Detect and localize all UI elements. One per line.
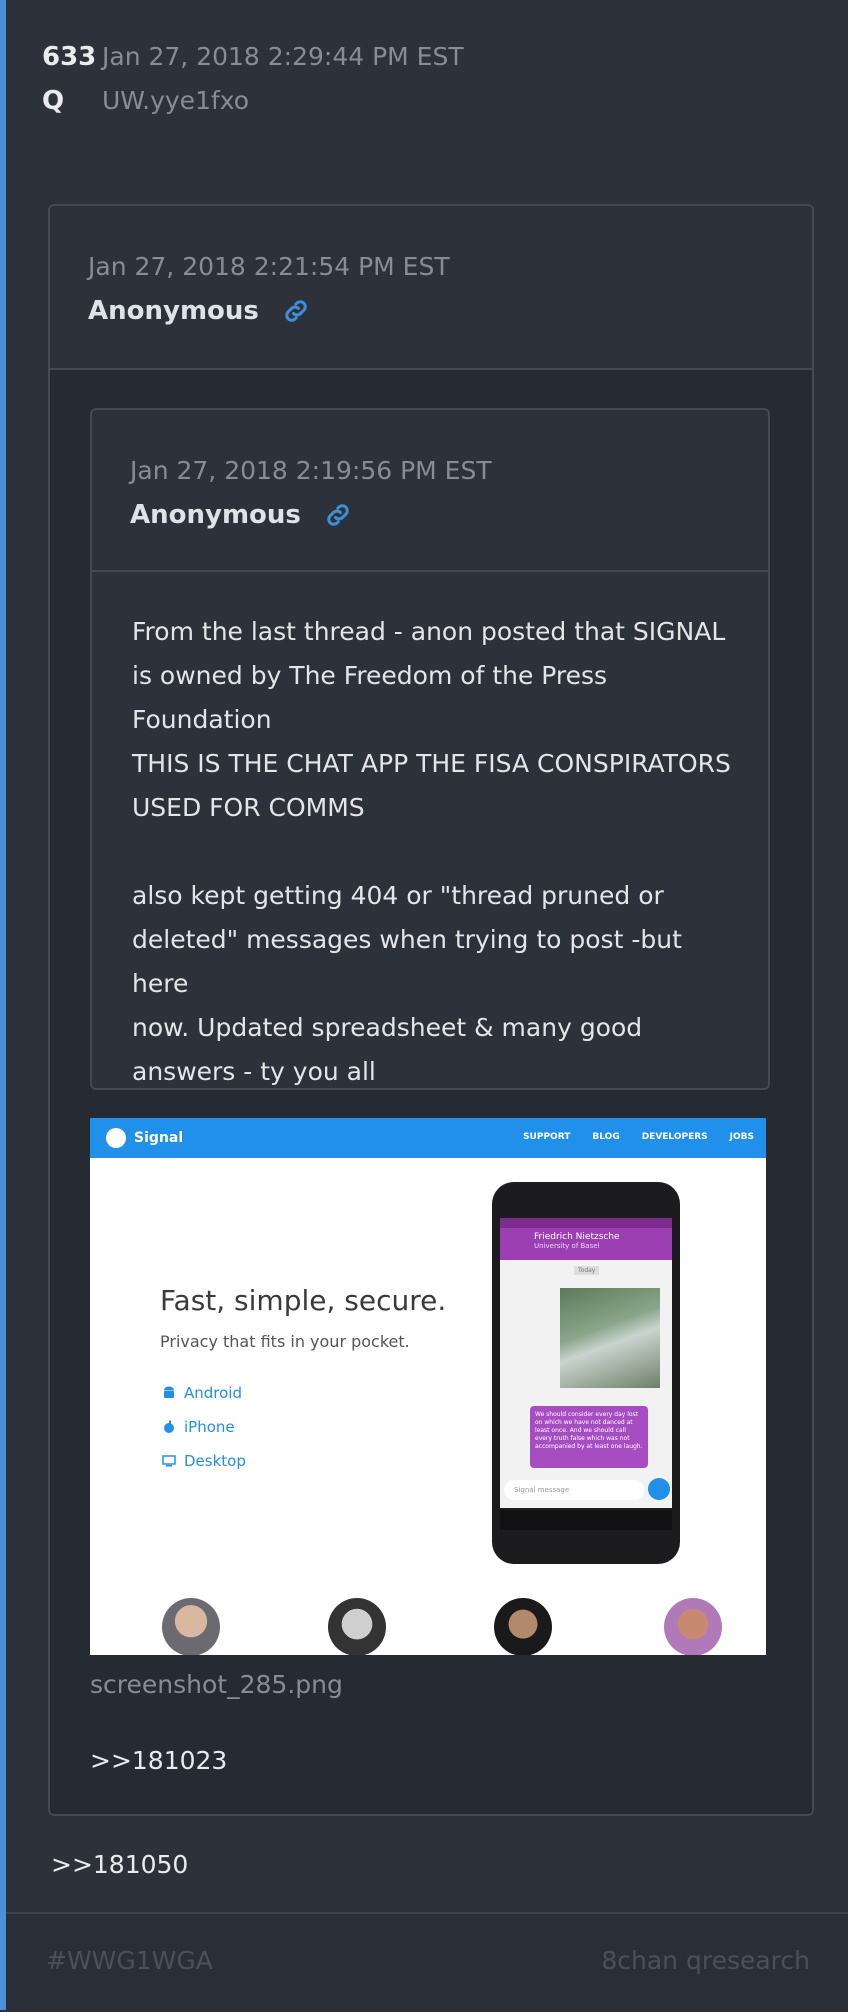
body-line: also kept getting 404 or "thread pruned … xyxy=(132,881,664,910)
post-number: 633 xyxy=(42,42,97,72)
signal-navbar: Signal SUPPORT BLOG DEVELOPERS JOBS xyxy=(90,1118,766,1158)
quoted-post-inner: Jan 27, 2018 2:19:56 PM EST Anonymous Fr… xyxy=(90,408,770,1090)
signal-nav-developers: DEVELOPERS xyxy=(641,1132,708,1142)
signal-nav-blog: BLOG xyxy=(592,1132,620,1142)
avatar xyxy=(328,1598,386,1655)
signal-platform-android: Android xyxy=(184,1384,242,1402)
quoted-post-inner-datetime: Jan 27, 2018 2:19:56 PM EST xyxy=(130,456,492,485)
phone-contact-sub: University of Basel xyxy=(534,1242,600,1250)
quoted-post-inner-author: Anonymous xyxy=(130,500,301,530)
signal-nav-support: SUPPORT xyxy=(523,1132,571,1142)
post-datetime: Jan 27, 2018 2:29:44 PM EST xyxy=(102,42,464,71)
quoted-post-inner-header: Jan 27, 2018 2:19:56 PM EST Anonymous xyxy=(92,410,768,572)
avatar xyxy=(494,1598,552,1655)
footer-source: 8chan qresearch xyxy=(601,1946,810,1975)
avatar xyxy=(162,1598,220,1655)
body-line: THIS IS THE CHAT APP THE FISA CONSPIRATO… xyxy=(132,749,731,778)
post-reference-link[interactable]: >>181023 xyxy=(90,1746,227,1775)
phone-day-label: Today xyxy=(574,1266,600,1275)
tripcode: UW.yye1fxo xyxy=(102,86,250,115)
phone-nav-bar xyxy=(500,1510,672,1530)
body-line: USED FOR COMMS xyxy=(132,793,365,822)
android-icon xyxy=(164,1386,174,1398)
signal-logo-icon xyxy=(106,1128,126,1148)
link-icon[interactable] xyxy=(323,500,353,530)
attachment-filename[interactable]: screenshot_285.png xyxy=(90,1670,343,1699)
body-line: is owned by The Freedom of the Press xyxy=(132,661,608,690)
signal-subheadline: Privacy that fits in your pocket. xyxy=(160,1332,410,1351)
post-footer: #WWG1WGA 8chan qresearch xyxy=(6,1912,848,2012)
body-line: From the last thread - anon posted that … xyxy=(132,617,726,646)
quoted-post-inner-body: From the last thread - anon posted that … xyxy=(132,610,732,1094)
signal-nav-jobs: JOBS xyxy=(729,1132,754,1142)
body-line: now. Updated spreadsheet & many good xyxy=(132,1013,643,1042)
quoted-post-outer-author: Anonymous xyxy=(88,296,259,326)
phone-input: Signal message xyxy=(504,1480,644,1500)
quoted-post-outer-header: Jan 27, 2018 2:21:54 PM EST Anonymous xyxy=(50,206,812,370)
quoted-post-outer: Jan 27, 2018 2:21:54 PM EST Anonymous Ja… xyxy=(48,204,814,1816)
post-card: 633 Jan 27, 2018 2:29:44 PM EST Q UW.yye… xyxy=(6,0,848,2010)
quoted-post-outer-datetime: Jan 27, 2018 2:21:54 PM EST xyxy=(88,252,450,281)
link-icon[interactable] xyxy=(281,296,311,326)
desktop-icon xyxy=(162,1455,176,1467)
signal-headline: Fast, simple, secure. xyxy=(160,1284,447,1317)
signal-platform-iphone: iPhone xyxy=(184,1418,235,1436)
signal-brand: Signal xyxy=(134,1130,184,1146)
body-line: answers - ty you all xyxy=(132,1057,376,1086)
footer-hashtag: #WWG1WGA xyxy=(46,1946,213,1975)
attached-screenshot[interactable]: Signal SUPPORT BLOG DEVELOPERS JOBS Fast… xyxy=(90,1118,766,1655)
apple-icon xyxy=(164,1420,174,1433)
post-header: 633 Jan 27, 2018 2:29:44 PM EST Q UW.yye… xyxy=(42,42,464,130)
author-q-label: Q xyxy=(42,86,65,116)
post-reference-link[interactable]: >>181050 xyxy=(51,1850,188,1879)
signal-platform-desktop: Desktop xyxy=(184,1452,246,1470)
body-line: deleted" messages when trying to post -b… xyxy=(132,925,682,998)
phone-waterfall-image xyxy=(560,1288,660,1388)
avatar xyxy=(664,1598,722,1655)
phone-contact-name: Friedrich Nietzsche xyxy=(534,1232,620,1242)
phone-message: We should consider every day lost on whi… xyxy=(530,1406,648,1468)
phone-mockup: Friedrich Nietzsche University of Basel … xyxy=(492,1182,680,1564)
body-line: Foundation xyxy=(132,705,272,734)
phone-send-icon xyxy=(648,1478,670,1500)
